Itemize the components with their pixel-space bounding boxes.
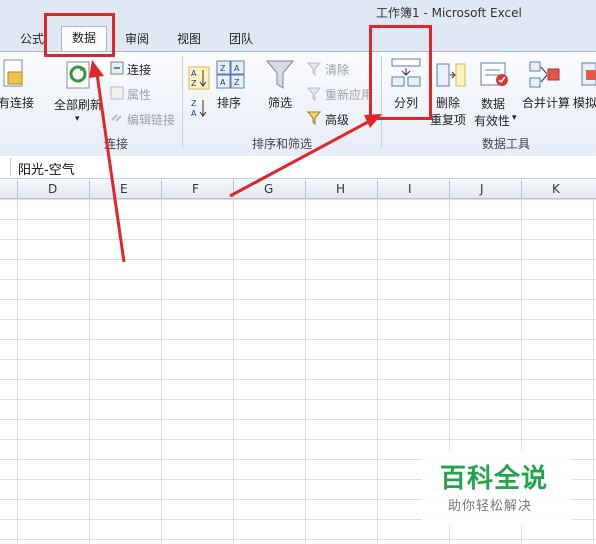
watermark-slogan: 助你轻松解决 <box>448 499 533 514</box>
arrow-to-data-tab <box>95 73 126 263</box>
arrow-to-text-to-columns <box>229 120 369 198</box>
watermark-brand: 百科全说 <box>440 464 549 494</box>
arrow-head <box>89 60 104 78</box>
